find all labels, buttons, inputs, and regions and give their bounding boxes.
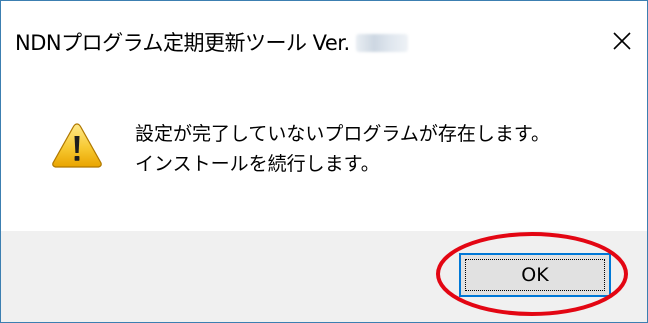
warning-icon [52,123,102,168]
ok-button[interactable]: OK [459,253,611,297]
button-area: OK [1,231,647,322]
close-button[interactable] [597,19,647,63]
close-icon [613,32,631,50]
dialog-message: 設定が完了していないプログラムが存在します。 インストールを続行します。 [135,119,550,179]
message-line-2: インストールを続行します。 [135,153,380,175]
title-bar: NDNプログラム定期更新ツール Ver. [1,1,647,67]
dialog-content: 設定が完了していないプログラムが存在します。 インストールを続行します。 [1,67,647,231]
dialog-title: NDNプログラム定期更新ツール Ver. [15,27,408,57]
version-number-redacted [355,34,408,52]
message-dialog: NDNプログラム定期更新ツール Ver. 設定が完了していないプログラムが存在し… [0,0,648,323]
ok-button-label: OK [521,264,549,286]
message-line-1: 設定が完了していないプログラムが存在します。 [135,123,550,145]
dialog-title-text: NDNプログラム定期更新ツール Ver. [15,31,350,55]
